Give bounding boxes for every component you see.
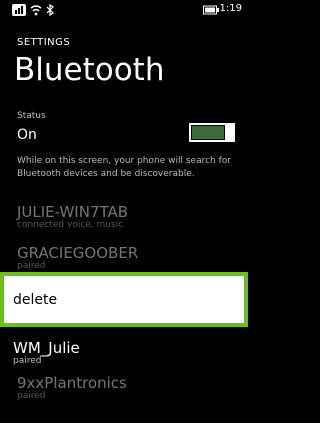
signal-icon: [12, 4, 26, 16]
device-status: paired: [17, 391, 46, 401]
section-label: SETTINGS: [17, 37, 71, 48]
toggle-thumb[interactable]: [226, 123, 235, 142]
delete-menu-item[interactable]: delete: [13, 292, 57, 308]
device-name: GRACIEGOOBER: [17, 244, 139, 262]
status-bar: 1:19: [0, 0, 254, 20]
bluetooth-icon: [46, 4, 54, 16]
device-status: paired: [17, 261, 46, 271]
device-item[interactable]: 9xxPlantronics paired: [17, 374, 127, 401]
device-name: WM_Julie: [13, 339, 80, 357]
context-menu: delete: [0, 272, 248, 327]
device-item[interactable]: GRACIEGOOBER paired: [17, 244, 138, 271]
device-item[interactable]: WM_Julie paired: [13, 339, 80, 366]
wifi-icon: [30, 5, 42, 16]
device-status: connected voice, music: [17, 220, 124, 230]
device-name: JULIE-WIN7TAB: [17, 203, 129, 221]
info-text: While on this screen, your phone will se…: [17, 156, 231, 179]
device-status: paired: [13, 356, 42, 366]
bluetooth-toggle[interactable]: [189, 123, 236, 142]
status-caption: Status: [17, 111, 46, 121]
device-item[interactable]: JULIE-WIN7TAB connected voice, music: [17, 203, 128, 230]
battery-icon: [203, 5, 219, 15]
page-title: Bluetooth: [14, 52, 165, 88]
device-name: 9xxPlantronics: [17, 374, 127, 392]
clock: 1:19: [219, 3, 242, 14]
status-value: On: [17, 127, 37, 143]
toggle-fill: [192, 126, 224, 139]
